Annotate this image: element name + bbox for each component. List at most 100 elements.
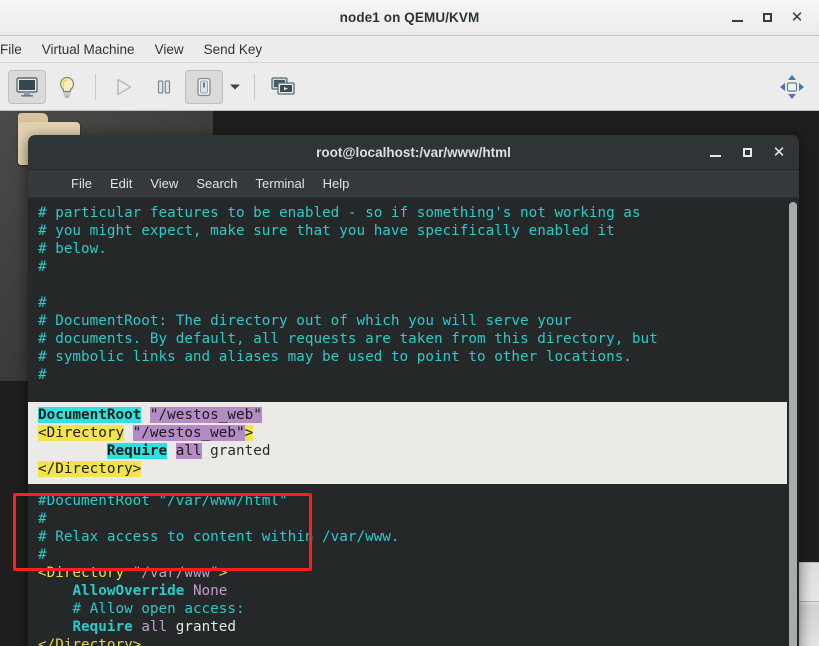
fullscreen-arrows-icon — [780, 74, 804, 99]
menu-file[interactable]: File — [0, 39, 32, 60]
terminal-line: # below. — [38, 240, 799, 258]
text-segment — [167, 443, 176, 459]
terminal-window-controls: ✕ — [701, 135, 793, 169]
show-console-button[interactable] — [8, 69, 46, 104]
text-segment: </Directory> — [38, 461, 142, 477]
terminal-line: #DocumentRoot "/var/www/html" — [38, 492, 799, 510]
chevron-down-icon — [230, 84, 240, 89]
vm-window-controls: ✕ — [723, 0, 811, 35]
menu-send-key[interactable]: Send Key — [194, 39, 273, 60]
terminal-line: # — [38, 510, 799, 528]
terminal-line: # Relax access to content within /var/ww… — [38, 528, 799, 546]
text-segment: "/westos_web" — [149, 407, 262, 423]
text-segment: # — [38, 367, 47, 383]
text-segment: # below. — [38, 241, 107, 257]
text-segment — [38, 443, 107, 459]
text-segment: DocumentRoot — [38, 407, 142, 423]
terminal-window: root@localhost:/var/www/html ✕ File Edit — [28, 135, 799, 646]
terminal-line: # — [38, 366, 799, 384]
terminal-selected-line: </Directory> — [38, 460, 787, 478]
lightbulb-icon — [59, 76, 75, 98]
text-segment: #DocumentRoot "/var/www/html" — [38, 493, 288, 509]
terminal-menu-view[interactable]: View — [141, 173, 187, 194]
text-segment: # Allow open access: — [72, 601, 245, 617]
text-segment — [38, 619, 72, 635]
close-icon: ✕ — [790, 9, 804, 26]
text-segment: # Relax access to content within /var/ww… — [38, 529, 400, 545]
text-segment: # — [38, 295, 47, 311]
terminal-scrollbar-thumb[interactable] — [789, 202, 797, 646]
maximize-icon — [762, 13, 772, 22]
terminal-body[interactable]: # particular features to be enabled - so… — [28, 198, 799, 646]
terminal-menu-file[interactable]: File — [62, 173, 101, 194]
play-icon — [117, 78, 132, 95]
terminal-selected-line: DocumentRoot "/westos_web" — [38, 406, 787, 424]
terminal-maximize-button[interactable] — [733, 139, 761, 165]
close-icon: ✕ — [772, 143, 786, 161]
terminal-line: <Directory "/var/www"> — [38, 564, 799, 582]
shutdown-menu-button[interactable] — [225, 70, 245, 104]
text-segment: "/westos_web" — [132, 425, 245, 441]
text-segment: # particular features to be enabled - so… — [38, 205, 641, 221]
maximize-icon — [742, 147, 752, 157]
terminal-menubar: File Edit View Search Terminal Help — [28, 170, 799, 198]
text-segment — [184, 583, 193, 599]
shutdown-button[interactable] — [185, 69, 223, 104]
show-details-button[interactable] — [48, 70, 86, 104]
minimize-icon — [731, 20, 743, 22]
terminal-menu-help[interactable]: Help — [314, 173, 359, 194]
text-segment — [38, 601, 72, 617]
vm-titlebar: node1 on QEMU/KVM ✕ — [0, 0, 819, 36]
screens-icon — [271, 76, 295, 95]
terminal-close-button[interactable]: ✕ — [765, 139, 793, 165]
terminal-menu-search[interactable]: Search — [187, 173, 246, 194]
terminal-line: # you might expect, make sure that you h… — [38, 222, 799, 240]
text-segment: > — [218, 565, 228, 581]
terminal-line: </Directory> — [38, 636, 799, 646]
text-segment: # documents. By default, all requests ar… — [38, 331, 658, 347]
text-segment: all — [141, 619, 168, 635]
snapshots-button[interactable] — [264, 70, 302, 104]
text-segment: > — [244, 425, 254, 441]
terminal-menu-edit[interactable]: Edit — [101, 173, 141, 194]
text-segment — [124, 425, 133, 441]
terminal-menu-terminal[interactable]: Terminal — [247, 173, 314, 194]
vm-menubar: File Virtual Machine View Send Key — [0, 36, 819, 63]
toolbar-separator — [95, 73, 96, 100]
terminal-scrollbar[interactable] — [787, 198, 799, 646]
toolbar-separator-2 — [254, 73, 255, 100]
terminal-line: # documents. By default, all requests ar… — [38, 330, 799, 348]
text-segment — [38, 583, 72, 599]
vm-maximize-button[interactable] — [753, 4, 781, 32]
terminal-minimize-button[interactable] — [701, 139, 729, 165]
fullscreen-button[interactable] — [773, 70, 811, 104]
vm-window-title: node1 on QEMU/KVM — [339, 10, 480, 25]
vm-close-button[interactable]: ✕ — [783, 4, 811, 32]
text-segment: <Directory — [38, 565, 125, 581]
vm-guest-screen[interactable]: root@localhost:/var/www/html ✕ File Edit — [0, 111, 819, 646]
virt-manager-window: node1 on QEMU/KVM ✕ File Virtual Machine… — [0, 0, 819, 646]
pause-button[interactable] — [145, 70, 183, 104]
text-segment — [141, 407, 150, 423]
run-button[interactable] — [105, 70, 143, 104]
terminal-line: # DocumentRoot: The directory out of whi… — [38, 312, 799, 330]
vm-minimize-button[interactable] — [723, 4, 751, 32]
text-segment: <Directory — [38, 425, 125, 441]
menu-view[interactable]: View — [145, 39, 194, 60]
minimize-icon — [709, 154, 721, 157]
terminal-titlebar: root@localhost:/var/www/html ✕ — [28, 135, 799, 170]
terminal-selected-text-block[interactable]: DocumentRoot "/westos_web" <Directory "/w… — [28, 402, 787, 484]
text-segment: None — [192, 583, 228, 599]
text-segment: # you might expect, make sure that you h… — [38, 223, 615, 239]
terminal-window-title: root@localhost:/var/www/html — [316, 144, 511, 160]
terminal-line: # — [38, 258, 799, 276]
text-segment: # DocumentRoot: The directory out of whi… — [38, 313, 572, 329]
menu-virtual-machine[interactable]: Virtual Machine — [32, 39, 145, 60]
terminal-line: # Allow open access: — [38, 600, 799, 618]
terminal-line: # — [38, 546, 799, 564]
monitor-icon — [16, 76, 38, 97]
text-segment: </Directory> — [38, 637, 142, 646]
terminal-line: # symbolic links and aliases may be used… — [38, 348, 799, 366]
terminal-line: Require all granted — [38, 618, 799, 636]
